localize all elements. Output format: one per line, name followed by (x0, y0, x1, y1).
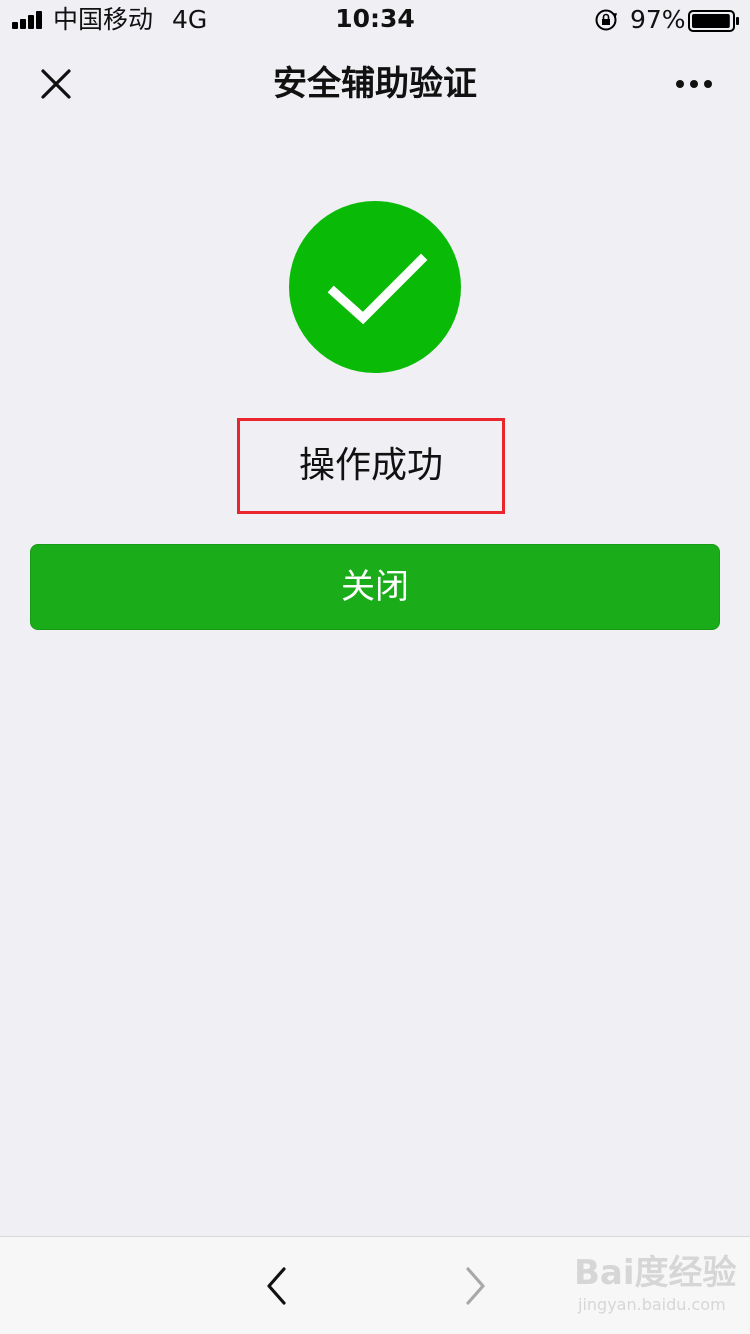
chevron-left-icon[interactable] (262, 1265, 292, 1307)
success-check-icon (289, 201, 461, 373)
bottom-toolbar: Bai度经验 jingyan.baidu.com (0, 1236, 750, 1334)
chevron-right-icon[interactable] (460, 1265, 490, 1307)
close-button[interactable]: 关闭 (30, 544, 720, 630)
battery-icon (688, 10, 739, 32)
watermark-sub-text: jingyan.baidu.com (578, 1295, 726, 1314)
result-highlight-box: 操作成功 (237, 418, 505, 514)
rotation-lock-icon (595, 9, 618, 31)
watermark-main-text: Bai度经验 (574, 1253, 737, 1293)
result-message: 操作成功 (298, 445, 443, 486)
navigation-bar: 安全辅助验证 (0, 40, 750, 128)
battery-percentage: 97% (630, 5, 686, 34)
baidu-jingyan-watermark: Bai度经验 jingyan.baidu.com (574, 1251, 737, 1321)
status-bar: 中国移动 4G 10:34 97% (0, 0, 750, 40)
page-title: 安全辅助验证 (273, 64, 477, 104)
more-icon[interactable] (672, 70, 716, 98)
